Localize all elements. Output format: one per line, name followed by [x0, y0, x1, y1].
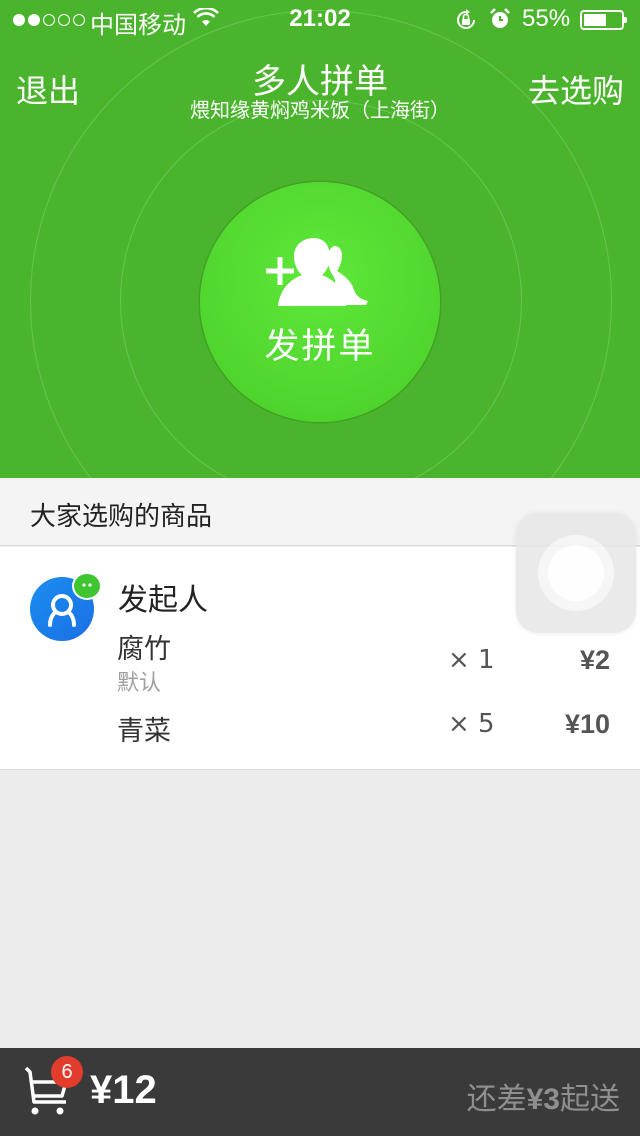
- section-title: 大家选购的商品: [30, 502, 213, 532]
- shortfall-prefix: 还差: [466, 1082, 527, 1117]
- item-spec: 默认: [117, 671, 162, 696]
- wechat-icon: [72, 572, 102, 600]
- start-group-order-button[interactable]: 发拼单: [200, 182, 440, 422]
- item-quantity: × 5: [448, 709, 495, 739]
- item-price: ¥10: [564, 709, 610, 739]
- item-name: 青菜: [117, 716, 171, 747]
- min-order-shortfall: 还差¥3起送: [467, 1074, 620, 1118]
- status-bar: 中国移动 21:02 55%: [0, 0, 640, 40]
- cart-total: ¥12: [90, 1068, 157, 1112]
- battery-percentage: 55%: [522, 5, 571, 32]
- item-quantity: × 1: [448, 645, 495, 675]
- alarm-icon: [490, 8, 510, 28]
- rotation-lock-icon: [457, 9, 475, 29]
- initiator-label: 发起人: [118, 583, 208, 618]
- battery-icon: [580, 10, 627, 30]
- item-name: 腐竹: [117, 634, 171, 665]
- add-group-icon: [266, 238, 368, 306]
- header-area: 中国移动 21:02 55% 退出 多人拼单 煨知缘黄焖鸡米饭（上海街） 去选购: [0, 0, 640, 478]
- assistive-touch-button[interactable]: [516, 513, 636, 633]
- item-price: ¥2: [579, 645, 610, 675]
- start-group-order-label: 发拼单: [264, 327, 376, 367]
- cart-count-badge: 6: [51, 1056, 83, 1088]
- shortfall-suffix: 起送: [560, 1082, 620, 1117]
- shortfall-amount: ¥3: [526, 1083, 560, 1116]
- go-shopping-button[interactable]: 去选购: [528, 66, 624, 112]
- cart-bar: 6 ¥12 还差¥3起送: [0, 1048, 640, 1136]
